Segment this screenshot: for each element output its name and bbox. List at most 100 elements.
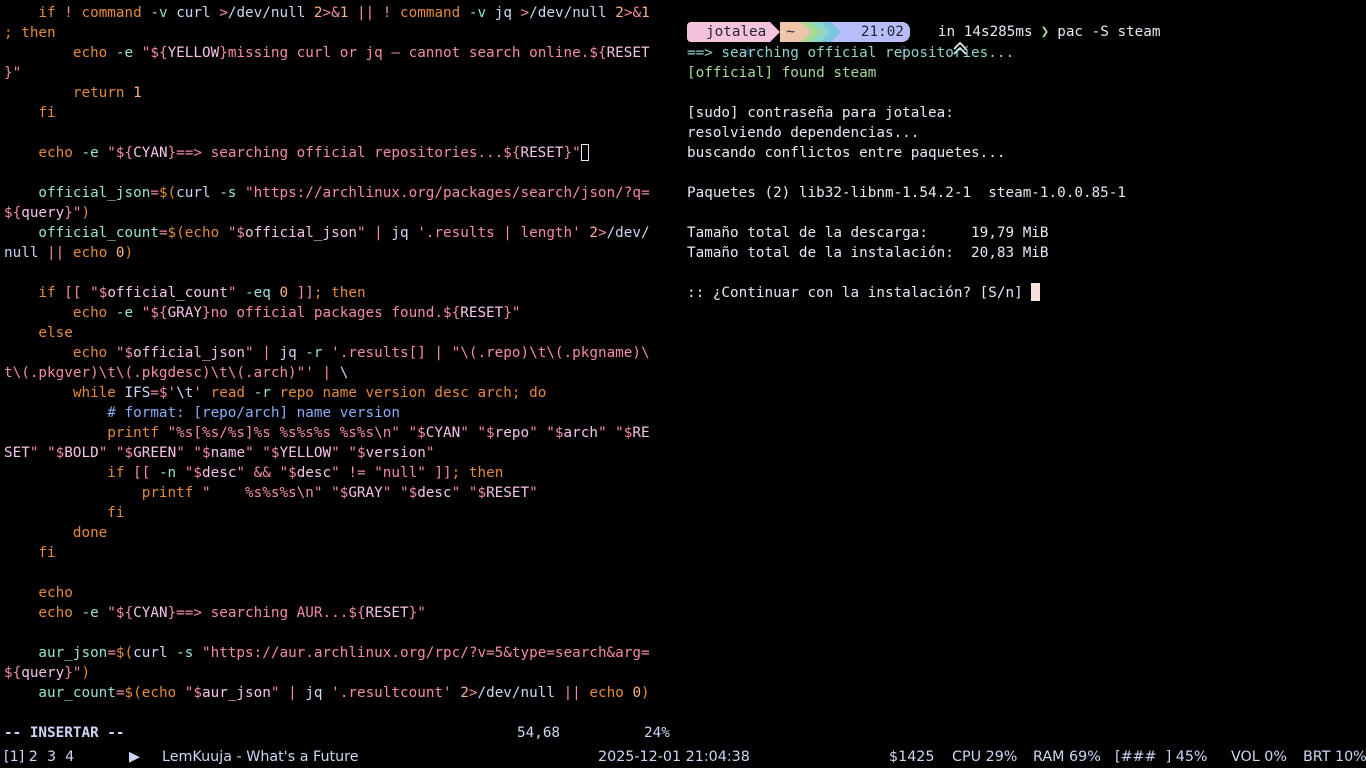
code-token: t\(.pkgver)\t\(.pkgdesc)\t\(.arch)"'	[4, 365, 314, 381]
code-token: '.resultcount'	[331, 685, 461, 701]
code-token: "https://archlinux.org/packages/search/j…	[245, 185, 650, 201]
terminal-line: Tamaño total de la descarga: 19,79 MiB	[687, 223, 1049, 243]
code-token: -eq	[245, 285, 280, 301]
code-token: ||	[563, 685, 590, 701]
code-token: curl	[176, 185, 220, 201]
code-token: -e	[81, 605, 108, 621]
code-token: GRAY	[348, 485, 383, 501]
code-line: ${query}")	[4, 663, 90, 683]
code-token: 1	[641, 5, 650, 21]
code-token: }"	[4, 65, 22, 81]
code-token: $(echo	[167, 225, 228, 241]
brightness-widget: BRT 10%	[1303, 749, 1366, 765]
play-icon[interactable]: ▶	[129, 747, 140, 767]
code-line: ${query}")	[4, 203, 90, 223]
code-line: fi	[4, 543, 56, 563]
code-token: if	[4, 285, 65, 301]
code-token: SET	[4, 445, 30, 461]
code-token: "	[227, 285, 246, 301]
workspaces[interactable]: [1] 2 3 4	[4, 747, 74, 767]
code-token: :: ¿Continuar con la instalación? [S/n]	[687, 285, 1032, 301]
code-token: printf	[4, 425, 168, 441]
code-token: =	[158, 225, 168, 241]
code-line: printf "%s[%s/%s]%s %s%s%s %s%s\n" "$CYA…	[4, 423, 649, 443]
status-bar: [1] 2 3 4 ▶ LemKuuja - What's a Future 2…	[0, 745, 1366, 768]
code-token: # format: [repo/arch] name version	[4, 405, 400, 421]
code-token: "	[331, 465, 349, 481]
terminal-line: Paquetes (2) lib32-libnm-1.54.2-1 steam-…	[687, 183, 1126, 203]
code-token: "	[245, 345, 254, 361]
code-token: RESET	[520, 145, 564, 161]
code-token: ]]	[434, 465, 452, 481]
code-token: "	[529, 485, 538, 501]
code-token: >&	[623, 5, 642, 21]
code-token: }==> searching official repositories...$…	[167, 145, 521, 161]
code-token: ${	[4, 665, 22, 681]
code-token: "$	[90, 285, 108, 301]
code-token: }missing curl or jq — cannot search onli…	[219, 45, 607, 61]
code-token: \t	[176, 385, 194, 401]
code-token: ||	[47, 245, 73, 261]
code-token: if	[4, 465, 134, 481]
code-token: YELLOW	[167, 45, 220, 61]
code-token: '.results | length'	[417, 225, 590, 241]
code-token: " "$	[29, 445, 65, 461]
editor-pane[interactable]: if ! command -v curl >/dev/null 2>&1 || …	[0, 0, 683, 745]
code-token: resolviendo dependencias...	[687, 125, 920, 141]
code-token: )	[124, 245, 134, 261]
code-token: 2	[313, 5, 323, 21]
code-token: CYAN	[133, 605, 168, 621]
code-token: }"	[563, 145, 581, 161]
code-token: 2	[615, 5, 624, 21]
code-token: aur_json	[202, 685, 271, 701]
code-token: "$	[279, 465, 297, 481]
code-token: }"	[64, 665, 82, 681]
code-token: " "$	[460, 425, 495, 441]
code-token: RESET	[365, 605, 409, 621]
code-token: "%s[%s/%s]%s %s%s%s %s%s\n" "$	[167, 425, 426, 441]
code-token: echo	[589, 685, 633, 701]
code-token: >&	[322, 5, 340, 21]
code-token: fi	[4, 545, 56, 561]
code-token: " "$	[176, 445, 211, 461]
code-token: repo name version desc arch; do	[279, 385, 547, 401]
code-token: =	[150, 185, 159, 201]
code-token: ; then	[451, 465, 504, 481]
now-playing: LemKuuja - What's a Future	[162, 749, 359, 765]
code-token: name	[210, 445, 246, 461]
mode-indicator: -- INSERTAR --	[4, 725, 125, 741]
code-token: -e	[115, 305, 142, 321]
code-token: desc	[202, 465, 237, 481]
datetime: 2025-12-01 21:04:38	[598, 749, 750, 765]
code-line: echo -e "${CYAN}==> searching AUR...${RE…	[4, 603, 425, 623]
code-token: "${	[141, 305, 168, 321]
code-token: \	[339, 365, 349, 381]
code-token: buscando conflictos entre paquetes...	[687, 145, 1006, 161]
code-token: "	[236, 465, 254, 481]
code-token: " "$	[331, 445, 366, 461]
code-token: curl	[176, 5, 220, 21]
code-token: IFS	[124, 385, 151, 401]
terminal-pane[interactable]: ==> searching official repositories... [o…	[683, 0, 1366, 745]
code-line: ; then	[4, 23, 56, 43]
code-token: fi	[4, 105, 56, 121]
code-token: "${	[107, 605, 134, 621]
code-token: ; then	[4, 25, 56, 41]
code-token: BOLD	[64, 445, 99, 461]
code-token: /dev/null	[529, 5, 616, 21]
code-token: 0	[115, 245, 125, 261]
code-token: RESET	[486, 485, 530, 501]
code-token: version	[365, 445, 426, 461]
code-token: -r	[305, 345, 332, 361]
battery-widget: [### ] 45%	[1115, 749, 1208, 765]
code-token: desc	[296, 465, 332, 481]
cursor-position: 54,68	[517, 725, 561, 741]
code-token: CYAN	[425, 425, 461, 441]
code-token: return	[4, 85, 134, 101]
code-token: }==> searching AUR...${	[167, 605, 366, 621]
code-line: # format: [repo/arch] name version	[4, 403, 400, 423]
code-token: if	[4, 5, 65, 21]
code-token: =	[150, 385, 159, 401]
code-line: echo -e "${YELLOW}missing curl or jq — c…	[4, 43, 650, 63]
code-token: !=	[348, 465, 375, 481]
